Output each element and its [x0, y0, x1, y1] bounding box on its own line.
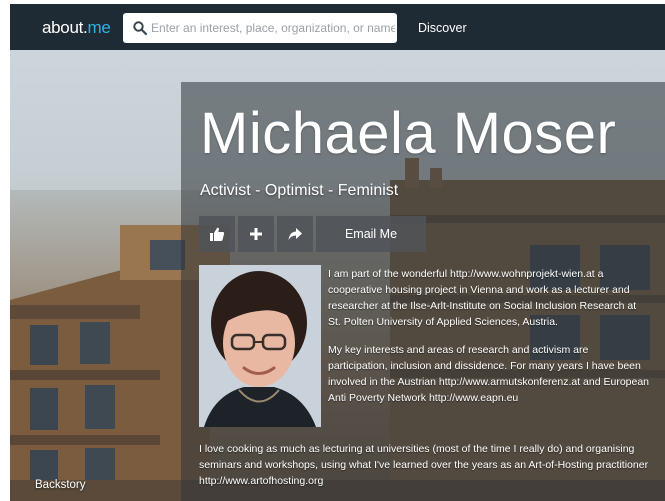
share-button[interactable] [277, 216, 313, 252]
logo-text-me: me [87, 18, 111, 37]
add-button[interactable] [238, 216, 274, 252]
profile-tagline: Activist - Optimist - Feminist [200, 182, 399, 199]
plus-icon [250, 228, 262, 240]
profile-avatar [199, 265, 321, 427]
top-nav-bar: about.me Discover [10, 4, 665, 50]
avatar-portrait [199, 265, 321, 427]
bio-paragraph: My key interests and areas of research a… [328, 344, 650, 404]
logo-text-about: about. [42, 18, 88, 37]
app-frame: about.me Discover Michaela Moser Activis… [10, 4, 665, 501]
profile-bio: I am part of the wonderful http://www.wo… [328, 266, 650, 418]
share-arrow-icon [288, 228, 302, 240]
email-me-button[interactable]: Email Me [316, 216, 426, 252]
discover-link[interactable]: Discover [418, 21, 467, 35]
search-icon [133, 21, 148, 36]
bio-paragraph-wide: I love cooking as much as lecturing at u… [199, 443, 649, 487]
bio-paragraph: I am part of the wonderful http://www.wo… [328, 268, 637, 328]
profile-actions: Email Me [199, 216, 426, 252]
profile-name: Michaela Moser [200, 101, 617, 166]
thumbs-up-icon [210, 227, 225, 241]
about-me-logo[interactable]: about.me [42, 18, 111, 38]
backstory-link[interactable]: Backstory [35, 479, 86, 491]
search-input[interactable] [123, 13, 397, 43]
like-button[interactable] [199, 216, 235, 252]
